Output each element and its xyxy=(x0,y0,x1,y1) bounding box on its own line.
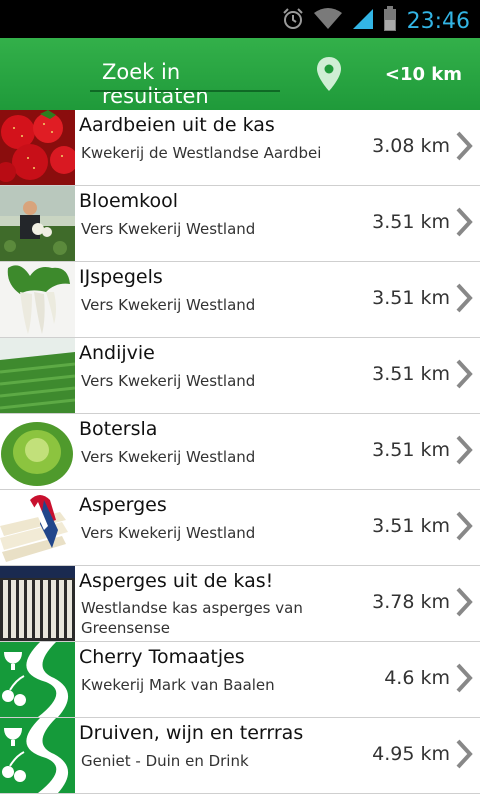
item-title: Asperges xyxy=(79,494,167,516)
item-distance: 4.6 km xyxy=(384,667,450,689)
item-title: Andijvie xyxy=(79,342,155,364)
item-distance: 3.51 km xyxy=(372,439,450,461)
item-subtitle: Vers Kwekerij Westland xyxy=(81,448,256,466)
status-bar: 23:46 xyxy=(0,0,480,38)
item-title: Botersla xyxy=(79,418,158,440)
chevron-right-icon xyxy=(454,662,474,694)
item-subtitle: Vers Kwekerij Westland xyxy=(81,220,256,238)
signal-icon xyxy=(351,7,375,35)
thumbnail-route-logo xyxy=(0,718,75,793)
chevron-right-icon xyxy=(454,282,474,314)
list-item[interactable]: Asperges Vers Kwekerij Westland 3.51 km xyxy=(0,490,480,566)
item-distance: 3.51 km xyxy=(372,515,450,537)
item-title: Druiven, wijn en terrras xyxy=(79,722,304,744)
thumbnail-lettuce xyxy=(0,414,75,489)
chevron-right-icon xyxy=(454,358,474,390)
search-results-label: Zoek in resultaten xyxy=(102,60,209,108)
item-distance: 4.95 km xyxy=(372,743,450,765)
clock-time: 23:46 xyxy=(406,8,470,34)
item-title: IJspegels xyxy=(79,266,163,288)
item-subtitle: Kwekerij Mark van Baalen xyxy=(81,676,275,694)
chevron-right-icon xyxy=(454,510,474,542)
item-distance: 3.08 km xyxy=(372,135,450,157)
item-subtitle: Kwekerij de Westlandse Aardbei xyxy=(81,144,322,162)
action-bar: Zoek in resultaten <10 km xyxy=(0,38,480,110)
item-title: Aardbeien uit de kas xyxy=(79,114,275,136)
thumbnail-asparagus-crate xyxy=(0,566,75,641)
list-item[interactable]: Bloemkool Vers Kwekerij Westland 3.51 km xyxy=(0,186,480,262)
chevron-right-icon xyxy=(454,434,474,466)
battery-icon xyxy=(383,6,397,36)
list-item[interactable]: Botersla Vers Kwekerij Westland 3.51 km xyxy=(0,414,480,490)
list-item[interactable]: Asperges uit de kas! Westlandse kas aspe… xyxy=(0,566,480,642)
item-distance: 3.51 km xyxy=(372,363,450,385)
thumbnail-asparagus-bundle xyxy=(0,490,75,565)
item-distance: 3.51 km xyxy=(372,287,450,309)
thumbnail-greenhouse-field xyxy=(0,338,75,413)
search-results-button[interactable]: Zoek in resultaten xyxy=(90,50,290,108)
chevron-right-icon xyxy=(454,130,474,162)
thumbnail-white-radish xyxy=(0,262,75,337)
item-subtitle: Vers Kwekerij Westland xyxy=(81,524,256,542)
status-icons: 23:46 xyxy=(273,6,470,36)
item-subtitle: Geniet - Duin en Drink xyxy=(81,752,249,770)
list-item[interactable]: Andijvie Vers Kwekerij Westland 3.51 km xyxy=(0,338,480,414)
item-distance: 3.51 km xyxy=(372,211,450,233)
item-subtitle: Vers Kwekerij Westland xyxy=(81,296,256,314)
wifi-icon xyxy=(313,7,343,35)
item-distance: 3.78 km xyxy=(372,591,450,613)
item-subtitle: Vers Kwekerij Westland xyxy=(81,372,256,390)
distance-filter-button[interactable]: <10 km xyxy=(385,64,462,85)
item-title: Asperges uit de kas! xyxy=(79,570,274,592)
list-item[interactable]: Druiven, wijn en terrras Geniet - Duin e… xyxy=(0,718,480,794)
item-title: Bloemkool xyxy=(79,190,178,212)
chevron-right-icon xyxy=(454,206,474,238)
thumbnail-cauliflower-farmer xyxy=(0,186,75,261)
search-underline xyxy=(90,90,280,92)
list-item[interactable]: Aardbeien uit de kas Kwekerij de Westlan… xyxy=(0,110,480,186)
list-item[interactable]: Cherry Tomaatjes Kwekerij Mark van Baale… xyxy=(0,642,480,718)
chevron-right-icon xyxy=(454,586,474,618)
thumbnail-route-logo xyxy=(0,642,75,717)
chevron-right-icon xyxy=(454,738,474,770)
alarm-icon xyxy=(281,7,305,35)
item-title: Cherry Tomaatjes xyxy=(79,646,245,668)
thumbnail-strawberries xyxy=(0,110,75,185)
list-item[interactable]: IJspegels Vers Kwekerij Westland 3.51 km xyxy=(0,262,480,338)
results-list: Aardbeien uit de kas Kwekerij de Westlan… xyxy=(0,110,480,794)
item-subtitle: Westlandse kas asperges van Greensense xyxy=(81,599,303,637)
location-pin-icon[interactable] xyxy=(316,56,342,92)
